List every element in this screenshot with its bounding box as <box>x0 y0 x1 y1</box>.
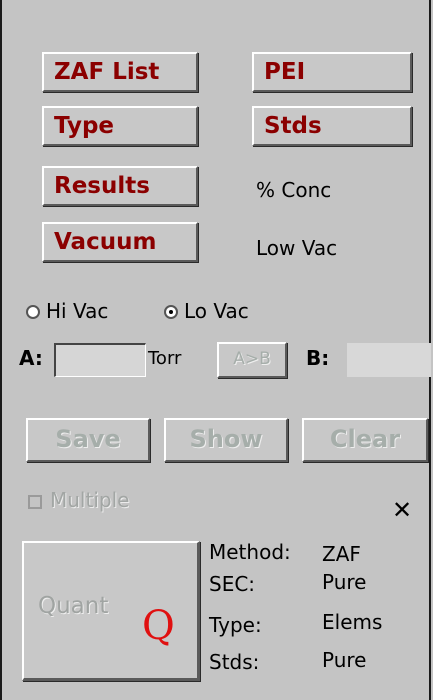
zaf-list-button[interactable]: ZAF List <box>42 52 198 92</box>
results-value: % Conc <box>256 178 332 202</box>
quant-label: Quant <box>38 593 109 619</box>
multiple-checkbox[interactable] <box>28 495 42 509</box>
pressure-b-field[interactable] <box>347 343 431 377</box>
stds-label: Stds: <box>209 650 260 674</box>
multiple-label[interactable]: Multiple <box>50 488 129 512</box>
results-button[interactable]: Results <box>42 166 198 206</box>
sec-label: SEC: <box>209 572 256 596</box>
close-icon[interactable]: ✕ <box>392 496 412 524</box>
lo-vac-label[interactable]: Lo Vac <box>184 299 249 323</box>
stds-value: Pure <box>322 648 367 672</box>
pressure-unit: Torr <box>148 348 182 369</box>
quant-q-icon: Q <box>142 603 175 649</box>
method-label: Method: <box>209 540 291 564</box>
clear-button[interactable]: Clear <box>302 418 428 462</box>
vacuum-button[interactable]: Vacuum <box>42 222 198 262</box>
type-value: Elems <box>322 610 383 634</box>
copy-a-to-b-button[interactable]: A>B <box>217 342 287 378</box>
lo-vac-radio[interactable] <box>164 305 178 319</box>
sec-value: Pure <box>322 570 367 594</box>
type-label: Type: <box>209 613 262 637</box>
type-button[interactable]: Type <box>42 106 198 146</box>
hi-vac-radio[interactable] <box>26 305 40 319</box>
stds-button[interactable]: Stds <box>252 106 412 146</box>
pressure-b-label: B: <box>306 346 330 370</box>
pressure-a-label: A: <box>19 346 43 370</box>
save-button[interactable]: Save <box>26 418 150 462</box>
vacuum-value: Low Vac <box>256 236 338 260</box>
pressure-a-field[interactable] <box>54 343 146 377</box>
quant-button[interactable]: Quant Q <box>22 541 200 681</box>
pei-button[interactable]: PEI <box>252 52 412 92</box>
show-button[interactable]: Show <box>164 418 288 462</box>
hi-vac-label[interactable]: Hi Vac <box>46 299 108 323</box>
method-value: ZAF <box>322 542 361 566</box>
